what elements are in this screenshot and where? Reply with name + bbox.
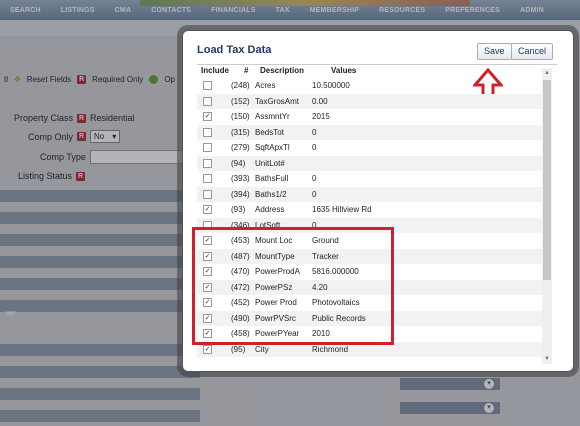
- row-description: Acres: [255, 81, 276, 90]
- row-description: SqftApxTl: [255, 143, 290, 152]
- row-number: (315): [231, 127, 250, 137]
- include-checkbox[interactable]: ✓: [203, 205, 212, 214]
- include-checkbox[interactable]: [203, 158, 212, 168]
- row-description: City: [255, 344, 269, 354]
- table-row[interactable]: ✓ (93) Address 1635 Hillview Rd: [197, 202, 542, 217]
- row-value: 0.00: [312, 96, 328, 106]
- header-values: Values: [331, 66, 357, 75]
- row-description: Baths1/2: [255, 189, 287, 199]
- row-number: (248): [231, 81, 250, 90]
- row-description: UnitLot#: [255, 158, 285, 168]
- row-value: Richmond: [312, 344, 349, 354]
- row-description: TaxGrosAmt: [255, 96, 300, 106]
- include-checkbox[interactable]: [203, 127, 212, 137]
- row-description: BedsTot: [255, 127, 284, 137]
- include-checkbox[interactable]: [203, 189, 212, 199]
- row-number: (94): [231, 158, 246, 168]
- row-value: 0: [312, 127, 317, 137]
- include-checkbox[interactable]: [203, 81, 212, 90]
- table-row[interactable]: (394) Baths1/2 0: [197, 186, 542, 202]
- row-number: (152): [231, 96, 250, 106]
- header-description: Description: [260, 66, 305, 75]
- scroll-thumb[interactable]: [543, 80, 551, 280]
- cancel-button[interactable]: Cancel: [511, 43, 554, 60]
- row-value: 0: [312, 174, 317, 183]
- table-row[interactable]: (248) Acres 10.500000: [197, 78, 542, 93]
- header-include: Include: [201, 66, 230, 75]
- row-value: 0: [312, 143, 317, 152]
- row-value: 1635 Hillview Rd: [312, 205, 372, 214]
- row-description: AssmntYr: [255, 112, 290, 121]
- row-description: BathsFull: [255, 174, 289, 183]
- table-row[interactable]: (152) TaxGrosAmt 0.00: [197, 93, 542, 109]
- row-number: (279): [231, 143, 250, 152]
- grid-header: Include # Description Values: [197, 65, 542, 77]
- include-checkbox[interactable]: [203, 143, 212, 152]
- table-row[interactable]: (94) UnitLot#: [197, 155, 542, 171]
- row-number: (150): [231, 112, 250, 121]
- scroll-down-icon[interactable]: ▼: [543, 355, 551, 363]
- table-row[interactable]: (315) BedsTot 0: [197, 124, 542, 140]
- row-value: 0: [312, 189, 317, 199]
- scroll-up-icon[interactable]: ▲: [543, 69, 551, 77]
- save-button[interactable]: Save: [477, 43, 512, 60]
- row-value: 2015: [312, 112, 330, 121]
- solar-fields-highlight: [192, 227, 394, 345]
- table-row[interactable]: (279) SqftApxTl 0: [197, 140, 542, 155]
- dialog-title: Load Tax Data: [197, 44, 272, 56]
- row-number: (93): [231, 205, 246, 214]
- table-row[interactable]: ✓ (150) AssmntYr 2015: [197, 109, 542, 124]
- include-checkbox[interactable]: [203, 174, 212, 183]
- include-checkbox[interactable]: ✓: [203, 112, 212, 121]
- header-number: #: [244, 66, 249, 75]
- table-row[interactable]: (393) BathsFull 0: [197, 171, 542, 186]
- include-checkbox[interactable]: ✓: [203, 344, 212, 354]
- grid-scrollbar[interactable]: ▲ ▼: [542, 68, 552, 364]
- row-number: (394): [231, 189, 250, 199]
- row-number: (393): [231, 174, 250, 183]
- row-description: Address: [255, 205, 285, 214]
- row-number: (95): [231, 344, 246, 354]
- row-value: 10.500000: [312, 81, 350, 90]
- include-checkbox[interactable]: [203, 96, 212, 106]
